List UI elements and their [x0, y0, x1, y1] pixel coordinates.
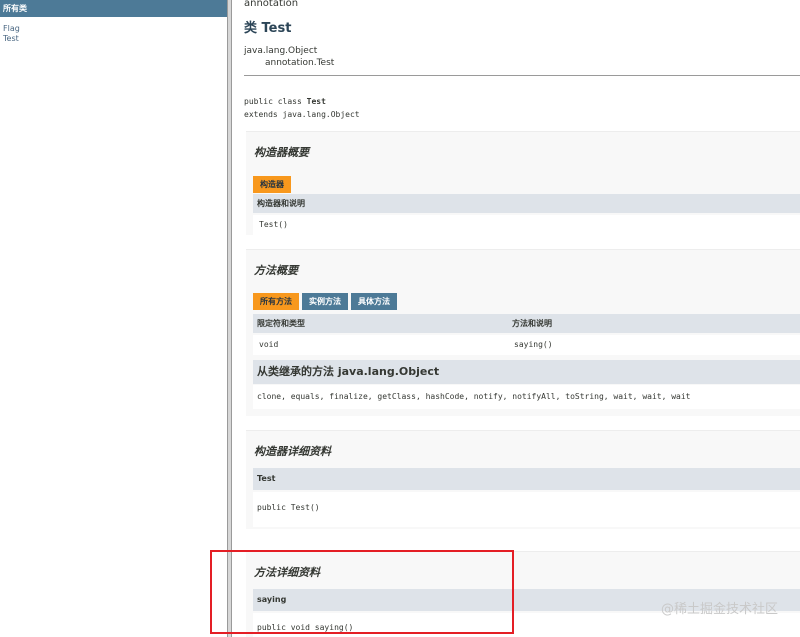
method-table-header: 限定符和类型 方法和说明 — [253, 314, 800, 333]
divider — [244, 75, 800, 76]
method-col-header: 方法和说明 — [512, 319, 552, 328]
class-declaration: public class Test — [244, 97, 326, 106]
class-doc-frame: annotation 类 Test java.lang.Object annot… — [233, 0, 800, 637]
red-highlight-box — [210, 550, 514, 634]
method-tabs: 所有方法 实例方法 具体方法 — [253, 293, 400, 310]
constructor-detail-body: public Test() — [253, 492, 800, 527]
constructor-col-header: 构造器和说明 — [257, 199, 305, 208]
inherited-methods-body: clone, equals, finalize, getClass, hashC… — [253, 385, 800, 409]
modifier-col-header: 限定符和类型 — [257, 319, 305, 328]
tab-concrete-methods[interactable]: 具体方法 — [351, 293, 397, 310]
inherited-methods-header: 从类继承的方法 java.lang.Object — [253, 360, 800, 384]
class-link-test[interactable]: Test — [3, 34, 227, 44]
table-row: void saying() — [253, 335, 800, 355]
constructor-link-test[interactable]: Test() — [259, 215, 288, 235]
declaration-class-name: Test — [306, 97, 326, 106]
method-summary-title: 方法概要 — [254, 264, 298, 277]
inherited-methods-list[interactable]: clone, equals, finalize, getClass, hashC… — [257, 385, 690, 409]
all-classes-header: 所有类 — [0, 0, 227, 17]
method-link-saying[interactable]: saying() — [514, 335, 553, 355]
constructor-summary-section: 构造器概要 构造器 构造器和说明 Test() — [246, 131, 800, 235]
class-link-flag[interactable]: Flag — [3, 24, 227, 34]
method-modifier: void — [259, 340, 279, 349]
constructor-signature: public Test() — [257, 503, 320, 512]
class-extends: extends java.lang.Object — [244, 110, 360, 119]
tab-constructors[interactable]: 构造器 — [253, 176, 291, 193]
class-list: Flag Test — [0, 17, 227, 44]
method-summary-section: 方法概要 所有方法 实例方法 具体方法 限定符和类型 方法和说明 void sa… — [246, 249, 800, 416]
table-row: Test() — [253, 215, 800, 235]
inheritance-parent: java.lang.Object — [244, 46, 318, 56]
constructor-detail-section: 构造器详细资料 Test public Test() — [246, 430, 800, 529]
inheritance-child: annotation.Test — [265, 58, 335, 68]
watermark: @稀土掘金技术社区 — [660, 602, 778, 617]
constructor-detail-title: 构造器详细资料 — [254, 445, 331, 458]
all-classes-frame: 所有类 Flag Test — [0, 0, 228, 637]
tab-all-methods[interactable]: 所有方法 — [253, 293, 299, 310]
tab-instance-methods[interactable]: 实例方法 — [302, 293, 348, 310]
constructor-summary-title: 构造器概要 — [254, 146, 309, 159]
declaration-prefix: public class — [244, 97, 307, 106]
constructor-detail-name: Test — [253, 468, 800, 490]
constructor-tabs: 构造器 — [253, 176, 294, 193]
frame-splitter[interactable] — [228, 0, 232, 637]
inherited-methods-title: 从类继承的方法 java.lang.Object — [257, 365, 440, 378]
page-title: 类 Test — [244, 21, 292, 36]
constructor-table-header: 构造器和说明 — [253, 194, 800, 213]
package-label: annotation — [244, 0, 299, 9]
